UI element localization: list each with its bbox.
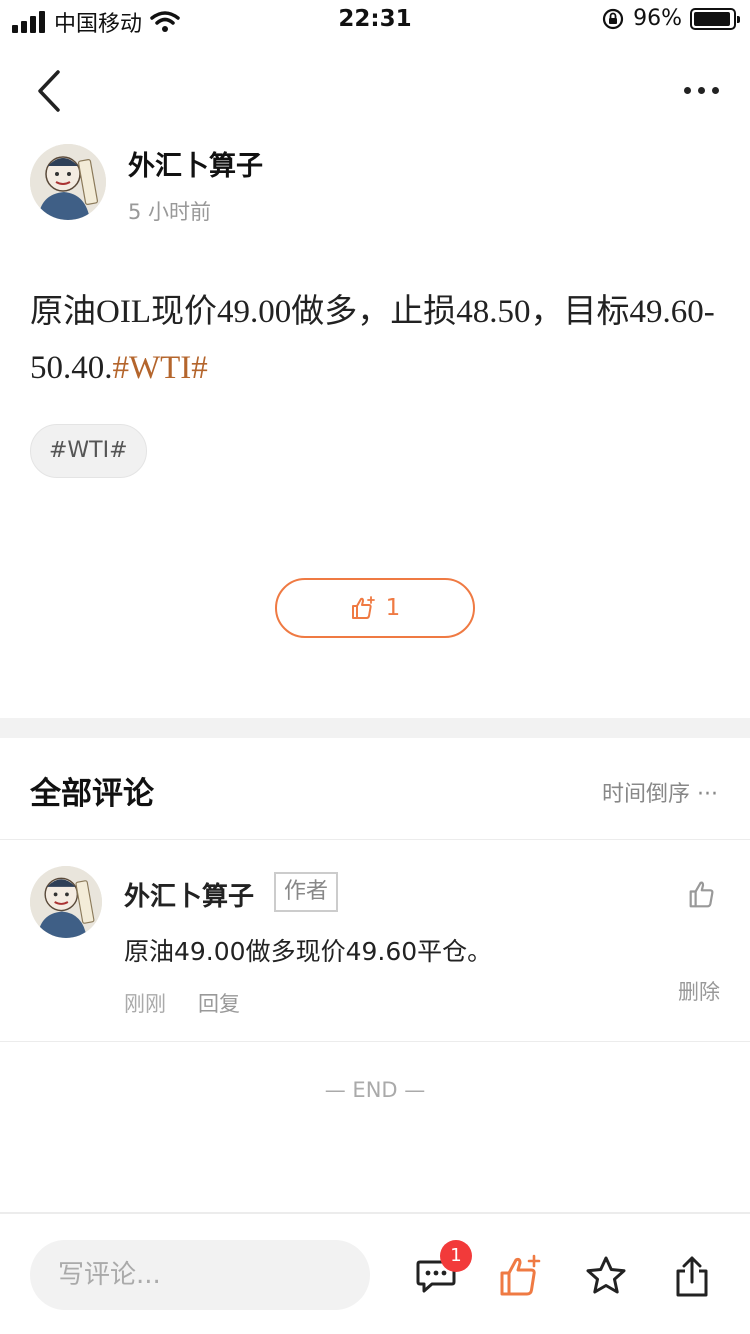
favorite-button[interactable]: [584, 1254, 628, 1298]
topic-tag[interactable]: #WTI#: [30, 424, 147, 478]
comments-title: 全部评论: [30, 776, 154, 812]
battery-fill: [694, 11, 731, 26]
chevron-left-icon: [38, 70, 60, 112]
nav-bar: [0, 52, 750, 132]
comment-input[interactable]: 写评论...: [30, 1240, 370, 1310]
thumbs-up-icon: [689, 881, 714, 908]
post-time: 5 小时前: [128, 200, 212, 224]
back-button[interactable]: [30, 66, 70, 116]
share-icon: [676, 1256, 708, 1297]
rotation-lock-icon: [602, 8, 624, 29]
comment-author[interactable]: 外汇卜算子: [124, 876, 254, 913]
end-marker: — END —: [324, 1078, 426, 1102]
comment-text: 原油49.00做多现价49.60平仓。: [124, 937, 493, 966]
status-right: 96%: [601, 6, 740, 31]
avatar-illustration: [30, 866, 102, 938]
like-button[interactable]: 1: [275, 578, 475, 638]
section-divider: [0, 718, 750, 738]
post-content: 原油OIL现价49.00做多，止损48.50，目标49.60-50.40.#WT…: [30, 284, 720, 396]
author-badge: 作者: [274, 872, 339, 912]
author-name[interactable]: 外汇卜算子: [128, 144, 263, 183]
more-dot: [697, 86, 705, 94]
avatar-illustration: [30, 144, 106, 220]
post-author: 外汇卜算子 5 小时前: [30, 144, 720, 224]
more-button[interactable]: [676, 72, 726, 108]
comments-header: 全部评论 时间倒序 ···: [0, 738, 750, 840]
post-hashtag-link[interactable]: #WTI#: [113, 350, 208, 386]
battery-percent: 96%: [633, 6, 682, 31]
thumbs-up-plus-icon: [500, 1254, 541, 1296]
more-horizontal-icon: [683, 86, 691, 94]
sort-order-button[interactable]: 时间倒序 ···: [602, 776, 718, 808]
share-button[interactable]: [670, 1254, 714, 1298]
status-bar: 中国移动 22:31 96%: [0, 0, 750, 40]
avatar[interactable]: [30, 866, 102, 938]
avatar[interactable]: [30, 144, 106, 220]
delete-button[interactable]: 删除: [678, 976, 720, 1006]
more-dot: [711, 86, 719, 94]
reply-button[interactable]: 回复: [198, 988, 240, 1018]
like-count: 1: [385, 595, 401, 621]
bottom-bar: 写评论... 1: [0, 1212, 750, 1334]
comment-time: 刚刚: [124, 992, 166, 1016]
comment-count-badge: 1: [440, 1240, 472, 1272]
star-icon: [586, 1256, 626, 1294]
thumbs-up-plus-icon: [351, 596, 375, 619]
comment-item: 外汇卜算子 作者 原油49.00做多现价49.60平仓。 刚刚 回复 删除: [0, 840, 750, 1042]
battery-icon: [690, 7, 740, 30]
post-like-button[interactable]: [498, 1254, 542, 1298]
comment-like-button[interactable]: [686, 878, 720, 910]
